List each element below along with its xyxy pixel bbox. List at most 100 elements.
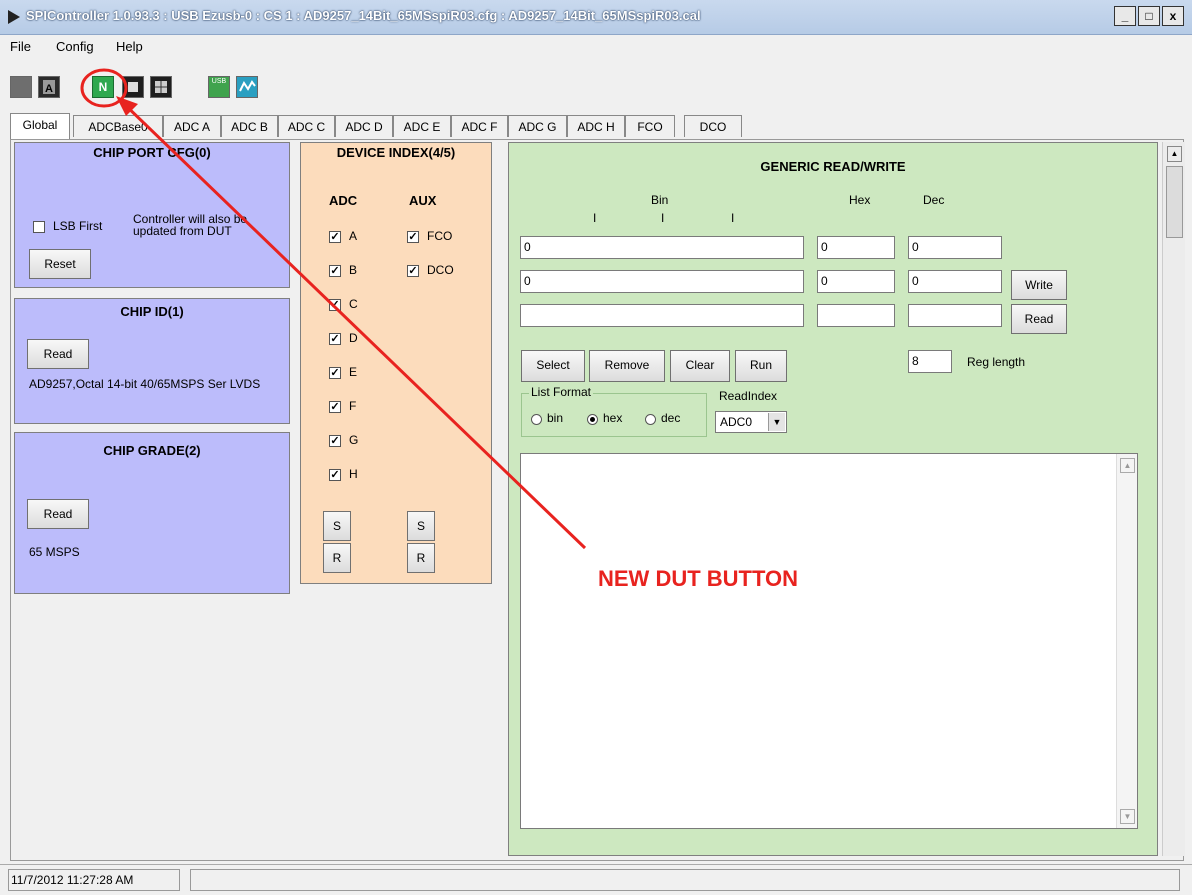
aux-reset-button[interactable]: R: [407, 543, 435, 573]
tab-adc-d[interactable]: ADC D: [335, 115, 393, 137]
adc-chip-icon[interactable]: A: [38, 76, 60, 98]
dec-header: Dec: [923, 193, 945, 207]
dec-field-3[interactable]: [908, 304, 1002, 327]
window-controls: _ □ x: [1114, 6, 1184, 26]
adc-h-checkbox[interactable]: ✓: [329, 469, 341, 481]
bin-field-1[interactable]: 0: [520, 236, 804, 259]
scroll-up-icon[interactable]: ▲: [1120, 458, 1135, 473]
generic-rw-title: GENERIC READ/WRITE: [760, 159, 906, 174]
usb-icon[interactable]: USB: [208, 76, 230, 98]
list-scrollbar[interactable]: ▲ ▼: [1116, 454, 1137, 828]
main-scrollbar[interactable]: ▲: [1162, 142, 1185, 856]
aux-set-button[interactable]: S: [407, 511, 435, 541]
adc-d-checkbox[interactable]: ✓: [329, 333, 341, 345]
tab-adc-c[interactable]: ADC C: [278, 115, 335, 137]
aux-dco-checkbox[interactable]: ✓: [407, 265, 419, 277]
waveform-icon[interactable]: [236, 76, 258, 98]
reset-button[interactable]: Reset: [29, 249, 91, 279]
remove-button[interactable]: Remove: [589, 350, 665, 382]
status-timestamp: 11/7/2012 11:27:28 AM: [11, 873, 134, 887]
toolbar: A N USB: [10, 72, 270, 104]
read-index-dropdown[interactable]: ADC0 ▼: [715, 411, 787, 433]
adc-reset-button[interactable]: R: [323, 543, 351, 573]
maximize-button[interactable]: □: [1138, 6, 1160, 26]
chip-grade-read-button[interactable]: Read: [27, 499, 89, 529]
tab-adc-h[interactable]: ADC H: [567, 115, 625, 137]
chip-id-read-button[interactable]: Read: [27, 339, 89, 369]
svg-text:A: A: [45, 83, 53, 95]
command-list-box[interactable]: ▲ ▼: [520, 453, 1138, 829]
chip-icon[interactable]: [122, 76, 144, 98]
usb-label: USB: [211, 78, 227, 85]
main-scroll-thumb[interactable]: [1166, 166, 1183, 238]
adc-c-label: C: [349, 297, 358, 311]
format-bin-radio[interactable]: [531, 414, 542, 425]
tab-adc-g[interactable]: ADC G: [508, 115, 567, 137]
adc-e-checkbox[interactable]: ✓: [329, 367, 341, 379]
bin-tick-1: I: [593, 211, 597, 225]
dec-field-1[interactable]: 0: [908, 236, 1002, 259]
adc-c-checkbox[interactable]: ✓: [329, 299, 341, 311]
tab-adc-e[interactable]: ADC E: [393, 115, 451, 137]
tab-adc-f[interactable]: ADC F: [451, 115, 508, 137]
register-icon[interactable]: [150, 76, 172, 98]
adc-b-checkbox[interactable]: ✓: [329, 265, 341, 277]
format-hex-radio[interactable]: [587, 414, 598, 425]
hex-field-3[interactable]: [817, 304, 895, 327]
adc-f-label: F: [349, 399, 357, 413]
chip-grade-value: 65 MSPS: [29, 545, 80, 559]
tab-global[interactable]: Global: [10, 113, 70, 139]
tab-strip: Global ADCBase0 ADC A ADC B ADC C ADC D …: [10, 113, 1180, 139]
scroll-down-icon[interactable]: ▼: [1120, 809, 1135, 824]
chip-grade-panel: CHIP GRADE(2) Read 65 MSPS: [14, 432, 290, 594]
format-hex-label: hex: [603, 411, 623, 425]
app-icon: [8, 10, 20, 24]
lsb-first-label: LSB First: [53, 219, 103, 233]
menu-file[interactable]: File: [10, 39, 31, 54]
clear-button[interactable]: Clear: [670, 350, 730, 382]
gray-square-icon[interactable]: [10, 76, 32, 98]
bin-tick-3: I: [731, 211, 735, 225]
hex-header: Hex: [849, 193, 871, 207]
adc-set-button[interactable]: S: [323, 511, 351, 541]
tab-adc-a[interactable]: ADC A: [163, 115, 221, 137]
bin-header: Bin: [651, 193, 669, 207]
tab-dco[interactable]: DCO: [684, 115, 742, 137]
reg-length-field[interactable]: 8: [908, 350, 952, 373]
select-button[interactable]: Select: [521, 350, 585, 382]
chip-port-cfg-panel: CHIP PORT CFG(0) LSB First Controller wi…: [14, 142, 290, 288]
aux-fco-checkbox[interactable]: ✓: [407, 231, 419, 243]
new-dut-button[interactable]: N: [92, 76, 114, 98]
adc-b-label: B: [349, 263, 358, 277]
status-time-cell: 11/7/2012 11:27:28 AM: [8, 869, 180, 891]
tab-adcbase0[interactable]: ADCBase0: [73, 115, 163, 137]
hex-field-2[interactable]: 0: [817, 270, 895, 293]
bin-field-2[interactable]: 0: [520, 270, 804, 293]
adc-g-checkbox[interactable]: ✓: [329, 435, 341, 447]
adc-a-checkbox[interactable]: ✓: [329, 231, 341, 243]
chevron-down-icon[interactable]: ▼: [768, 413, 785, 431]
adc-d-label: D: [349, 331, 358, 345]
close-button[interactable]: x: [1162, 6, 1184, 26]
controller-note: Controller will also be updated from DUT: [133, 212, 248, 238]
adc-a-label: A: [349, 229, 358, 243]
hex-field-1[interactable]: 0: [817, 236, 895, 259]
title-bar[interactable]: SPIController 1.0.93.3 : USB Ezusb-0 : C…: [0, 0, 1192, 35]
read-button[interactable]: Read: [1011, 304, 1067, 334]
menu-bar: File Config Help: [0, 35, 1192, 59]
chip-id-title: CHIP ID(1): [120, 304, 184, 319]
main-scroll-up-icon[interactable]: ▲: [1167, 146, 1182, 162]
adc-f-checkbox[interactable]: ✓: [329, 401, 341, 413]
format-dec-radio[interactable]: [645, 414, 656, 425]
bin-field-3[interactable]: [520, 304, 804, 327]
menu-config[interactable]: Config: [56, 39, 94, 54]
tab-adc-b[interactable]: ADC B: [221, 115, 278, 137]
dec-field-2[interactable]: 0: [908, 270, 1002, 293]
minimize-button[interactable]: _: [1114, 6, 1136, 26]
run-button[interactable]: Run: [735, 350, 787, 382]
write-button[interactable]: Write: [1011, 270, 1067, 300]
lsb-first-checkbox[interactable]: [33, 221, 45, 233]
tab-fco[interactable]: FCO: [625, 115, 675, 137]
list-format-label: List Format: [529, 385, 594, 399]
menu-help[interactable]: Help: [116, 39, 143, 54]
